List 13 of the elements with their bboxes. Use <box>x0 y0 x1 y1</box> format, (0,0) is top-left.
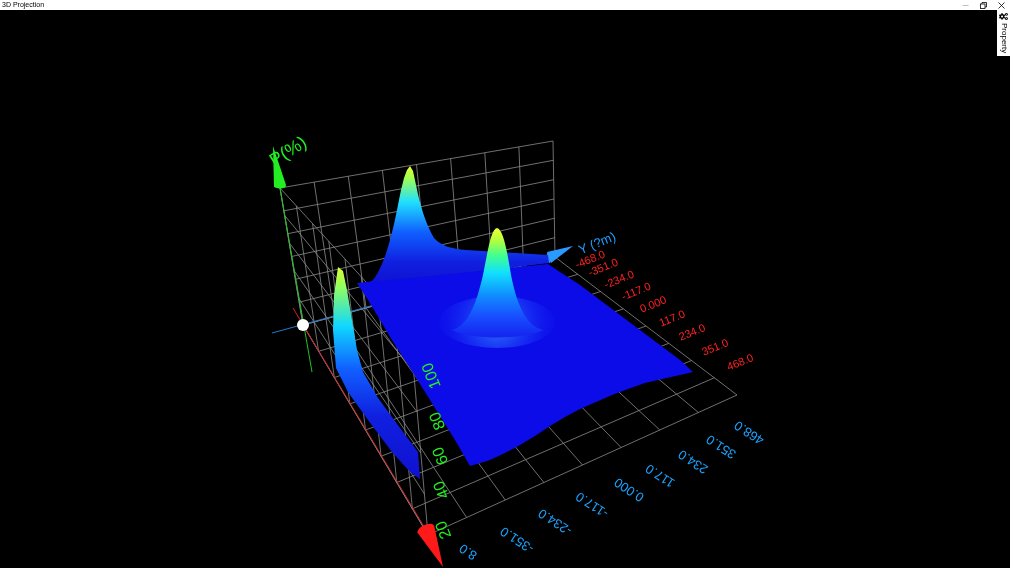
tick-label: 40 <box>429 478 453 502</box>
property-tab[interactable]: Property <box>997 10 1010 57</box>
settings-icon <box>999 12 1008 21</box>
tick-label: 100 <box>418 360 444 392</box>
tick-label: 468.0 <box>731 417 767 449</box>
tick-label: 117.0 <box>642 461 678 491</box>
tick-label: 8.0 <box>456 540 480 564</box>
close-icon <box>997 1 1005 9</box>
tick-label: -117.0 <box>572 488 612 522</box>
tick-label: 60 <box>428 444 452 468</box>
tick-label: 80 <box>425 409 449 433</box>
tick-label: 20 <box>431 518 455 542</box>
sphere-icon[interactable] <box>297 319 309 331</box>
